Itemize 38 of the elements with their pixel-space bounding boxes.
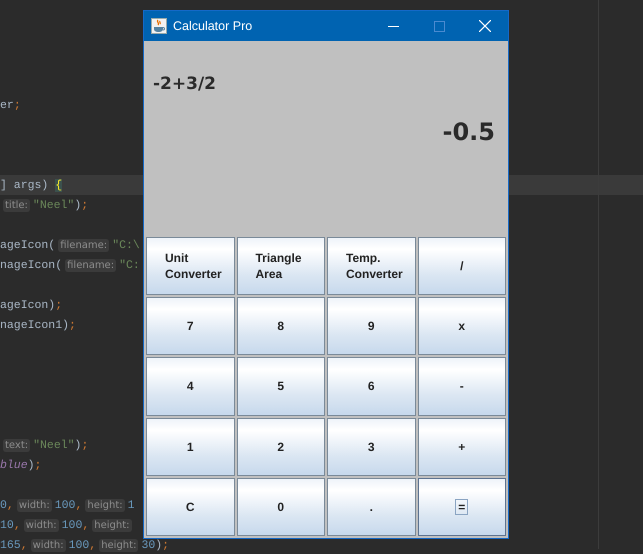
key-button[interactable]: C: [146, 478, 234, 536]
maximize-icon: [434, 20, 444, 32]
key-button[interactable]: 8: [236, 297, 325, 356]
key-button[interactable]: 7: [146, 297, 234, 356]
key-button[interactable]: /: [418, 237, 506, 296]
key-button[interactable]: 3: [327, 418, 416, 476]
key-button[interactable]: 6: [327, 357, 416, 416]
code-line: 10, width: 100, height:: [0, 518, 133, 532]
key-button[interactable]: .: [327, 478, 416, 536]
code-line: nageIcon( filename: "C:: [0, 258, 140, 272]
code-line: blue);: [0, 458, 42, 472]
key-button[interactable]: +: [418, 418, 506, 476]
key-button[interactable]: -: [418, 357, 506, 416]
code-line: 165, width: 100, height: 30);: [0, 538, 170, 552]
code-line: ageIcon( filename: "C:\: [0, 238, 140, 252]
key-button[interactable]: 5: [236, 357, 325, 416]
key-button[interactable]: 0: [236, 478, 325, 536]
code-line: text: "Neel");: [2, 438, 88, 452]
close-icon: [479, 20, 491, 32]
code-line: nageIcon1);: [0, 318, 76, 332]
key-button[interactable]: 9: [327, 297, 416, 356]
key-button[interactable]: 1: [146, 418, 234, 476]
coffee-cup-icon: [151, 18, 167, 34]
function-button[interactable]: Triangle Area: [236, 237, 325, 296]
code-line: er;: [0, 98, 21, 112]
function-button[interactable]: Temp. Converter: [327, 237, 416, 296]
window-title: Calculator Pro: [173, 19, 254, 33]
key-button[interactable]: 4: [146, 357, 234, 416]
function-button[interactable]: Unit Converter: [146, 237, 234, 296]
expression-text: -2+3/2: [153, 74, 216, 94]
code-line: ageIcon);: [0, 298, 62, 312]
code-line: ] args) {: [0, 178, 62, 192]
key-button[interactable]: x: [418, 297, 506, 356]
key-button[interactable]: 2: [236, 418, 325, 476]
result-text: -0.5: [442, 118, 495, 146]
key-button[interactable]: =: [418, 478, 506, 536]
code-line: title: "Neel");: [2, 198, 88, 212]
code-line: 0, width: 100, height: 1: [0, 498, 135, 512]
